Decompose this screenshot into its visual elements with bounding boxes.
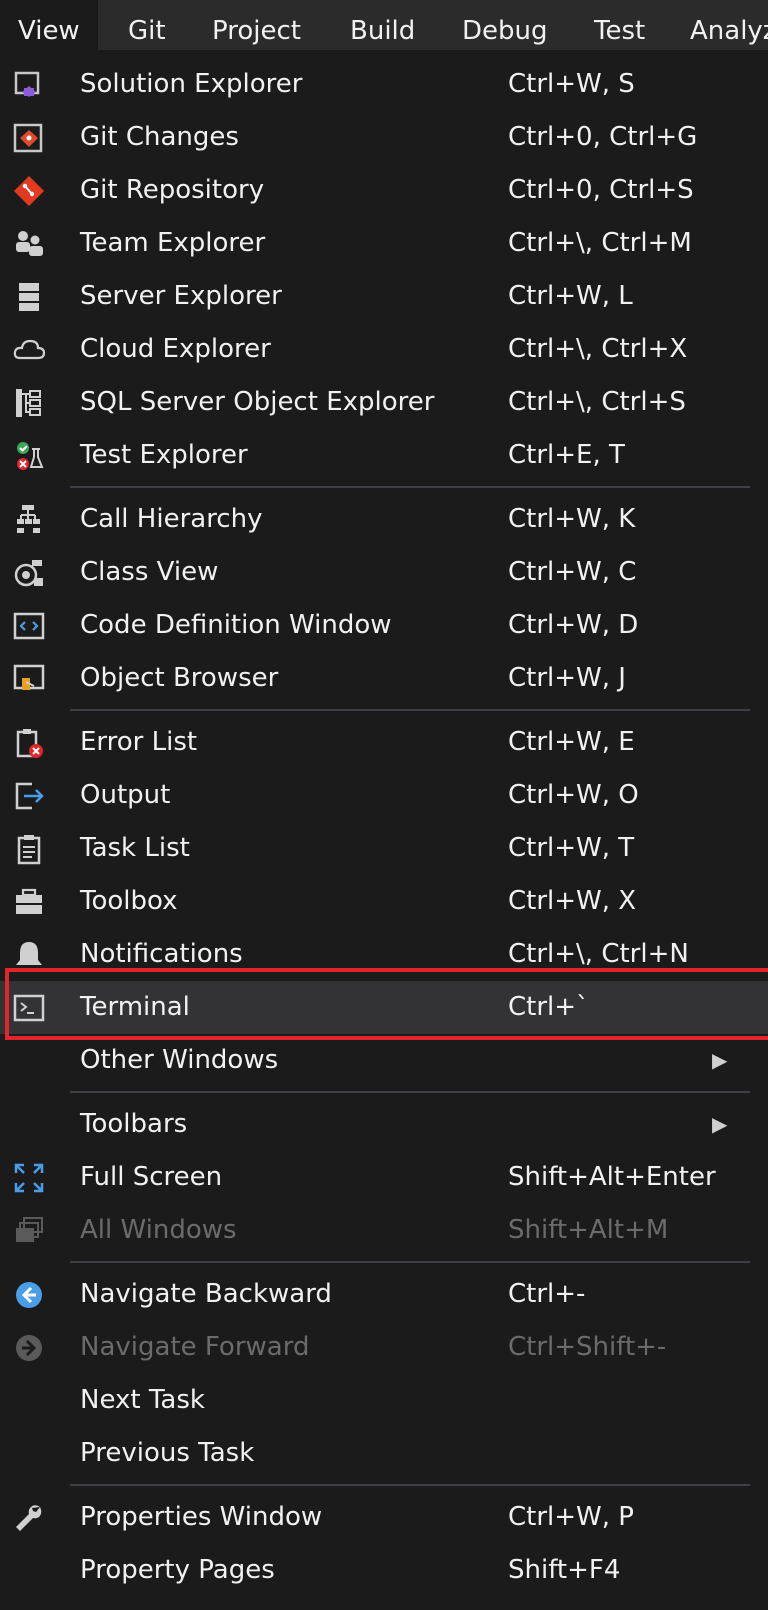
menu-item-terminal[interactable]: Terminal Ctrl+` bbox=[0, 981, 768, 1034]
chevron-right-icon: ▶ bbox=[712, 1112, 728, 1136]
menu-analyze[interactable]: Analyz bbox=[690, 0, 768, 52]
menu-item-test-explorer[interactable]: Test Explorer Ctrl+E, T bbox=[0, 429, 768, 482]
menu-item-call-hierarchy[interactable]: Call Hierarchy Ctrl+W, K bbox=[0, 493, 768, 546]
menu-item-next-task[interactable]: Next Task bbox=[0, 1374, 768, 1427]
menu-item-error-list[interactable]: Error List Ctrl+W, E bbox=[0, 716, 768, 769]
code-definition-icon bbox=[12, 609, 46, 643]
sql-server-icon bbox=[12, 386, 46, 420]
error-list-icon bbox=[12, 726, 46, 760]
menu-item-cloud-explorer[interactable]: Cloud Explorer Ctrl+\, Ctrl+X bbox=[0, 323, 768, 376]
menu-build[interactable]: Build bbox=[350, 0, 415, 52]
task-list-icon bbox=[12, 832, 46, 866]
menu-item-full-screen[interactable]: Full Screen Shift+Alt+Enter bbox=[0, 1151, 768, 1204]
menu-item-other-windows[interactable]: Other Windows ▶ bbox=[0, 1034, 768, 1087]
menu-item-object-browser[interactable]: Object Browser Ctrl+W, J bbox=[0, 652, 768, 705]
menu-item-solution-explorer[interactable]: Solution Explorer Ctrl+W, S bbox=[0, 58, 768, 111]
menu-separator bbox=[70, 1484, 750, 1486]
navigate-backward-icon bbox=[12, 1278, 46, 1312]
view-menu-dropdown: Solution Explorer Ctrl+W, S Git Changes … bbox=[0, 50, 768, 1610]
menu-debug[interactable]: Debug bbox=[462, 0, 548, 52]
class-view-icon bbox=[12, 556, 46, 590]
menu-item-toolbox[interactable]: Toolbox Ctrl+W, X bbox=[0, 875, 768, 928]
menu-item-team-explorer[interactable]: Team Explorer Ctrl+\, Ctrl+M bbox=[0, 217, 768, 270]
menu-item-code-definition-window[interactable]: Code Definition Window Ctrl+W, D bbox=[0, 599, 768, 652]
menu-item-git-repository[interactable]: Git Repository Ctrl+0, Ctrl+S bbox=[0, 164, 768, 217]
menu-item-toolbars[interactable]: Toolbars ▶ bbox=[0, 1098, 768, 1151]
menu-project[interactable]: Project bbox=[212, 0, 301, 52]
menu-item-class-view[interactable]: Class View Ctrl+W, C bbox=[0, 546, 768, 599]
toolbox-icon bbox=[12, 885, 46, 919]
chevron-right-icon: ▶ bbox=[712, 1048, 728, 1072]
menu-item-task-list[interactable]: Task List Ctrl+W, T bbox=[0, 822, 768, 875]
menu-item-navigate-forward: Navigate Forward Ctrl+Shift+- bbox=[0, 1321, 768, 1374]
full-screen-icon bbox=[12, 1161, 46, 1195]
menu-item-properties-window[interactable]: Properties Window Ctrl+W, P bbox=[0, 1491, 768, 1544]
menu-item-previous-task[interactable]: Previous Task bbox=[0, 1427, 768, 1480]
menu-item-server-explorer[interactable]: Server Explorer Ctrl+W, L bbox=[0, 270, 768, 323]
output-icon bbox=[12, 779, 46, 813]
cloud-icon bbox=[12, 333, 46, 367]
navigate-forward-icon bbox=[12, 1331, 46, 1365]
menu-item-property-pages[interactable]: Property Pages Shift+F4 bbox=[0, 1544, 768, 1597]
menu-item-output[interactable]: Output Ctrl+W, O bbox=[0, 769, 768, 822]
test-explorer-icon bbox=[12, 439, 46, 473]
object-browser-icon bbox=[12, 662, 46, 696]
solution-explorer-icon bbox=[12, 68, 46, 102]
server-explorer-icon bbox=[12, 280, 46, 314]
git-changes-icon bbox=[12, 121, 46, 155]
menu-item-sql-server-object-explorer[interactable]: SQL Server Object Explorer Ctrl+\, Ctrl+… bbox=[0, 376, 768, 429]
terminal-icon bbox=[12, 991, 46, 1025]
menu-item-navigate-backward[interactable]: Navigate Backward Ctrl+- bbox=[0, 1268, 768, 1321]
menu-separator bbox=[70, 1261, 750, 1263]
team-explorer-icon bbox=[12, 227, 46, 261]
menu-item-git-changes[interactable]: Git Changes Ctrl+0, Ctrl+G bbox=[0, 111, 768, 164]
menu-item-notifications[interactable]: Notifications Ctrl+\, Ctrl+N bbox=[0, 928, 768, 981]
menu-git[interactable]: Git bbox=[128, 0, 166, 52]
menu-test[interactable]: Test bbox=[594, 0, 645, 52]
git-repository-icon bbox=[12, 174, 46, 208]
menu-separator bbox=[70, 486, 750, 488]
menu-item-all-windows: All Windows Shift+Alt+M bbox=[0, 1204, 768, 1257]
menu-separator bbox=[70, 709, 750, 711]
call-hierarchy-icon bbox=[12, 503, 46, 537]
menu-separator bbox=[70, 1091, 750, 1093]
wrench-icon bbox=[12, 1501, 46, 1535]
all-windows-icon bbox=[12, 1214, 46, 1248]
bell-icon bbox=[12, 938, 46, 972]
